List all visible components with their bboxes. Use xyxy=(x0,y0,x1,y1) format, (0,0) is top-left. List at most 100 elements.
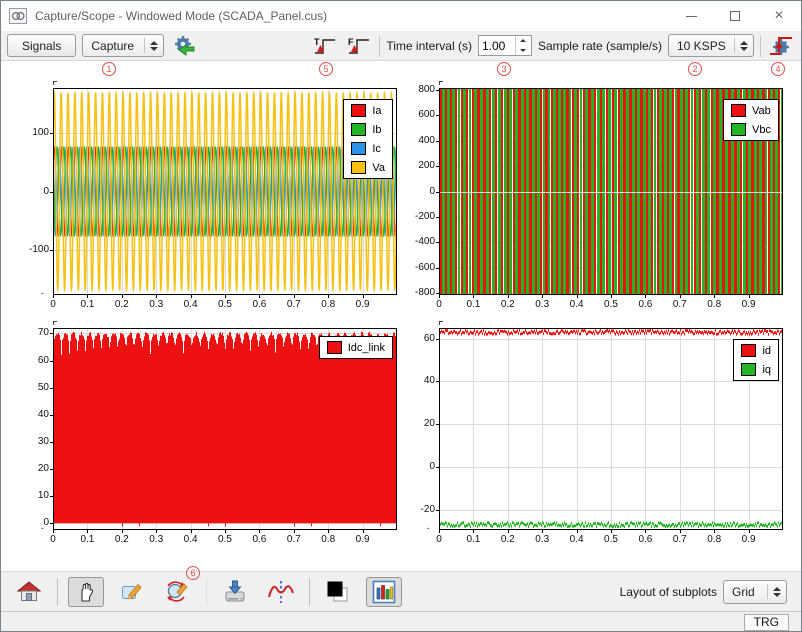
x-tick-mark xyxy=(577,530,578,533)
x-tick-mark xyxy=(680,295,681,298)
dq-currents-plot[interactable]: -20020406000.10.20.30.40.50.60.70.80.9ˇi… xyxy=(439,328,783,530)
time-interval-spinbox[interactable] xyxy=(478,35,532,56)
x-tick-mark xyxy=(259,530,260,533)
legend-label: Vab xyxy=(752,105,771,117)
phase-currents-and-voltage-legend[interactable]: IaIbIcVa xyxy=(343,99,393,179)
axis-top-marker xyxy=(53,321,57,325)
x-tick-label: 0.3 xyxy=(527,299,557,310)
y-tick-mark xyxy=(50,361,53,362)
spin-down-icon[interactable] xyxy=(516,46,531,56)
y-tick-mark xyxy=(436,293,439,294)
layout-value: Grid xyxy=(724,585,767,599)
x-tick-mark xyxy=(439,295,440,298)
axis-corner-marker[interactable]: ˇ xyxy=(41,292,44,301)
y-tick-mark xyxy=(50,192,53,193)
sample-rate-label: Sample rate (sample/s) xyxy=(538,39,662,53)
spinner-arrows-icon xyxy=(145,41,163,51)
y-tick-label: 600 xyxy=(391,109,435,120)
x-tick-mark xyxy=(87,530,88,533)
phase-currents-and-voltage-plot[interactable]: -100010000.10.20.30.40.50.60.70.80.9ˇIaI… xyxy=(53,88,397,295)
x-tick-mark xyxy=(122,530,123,533)
y-tick-mark xyxy=(50,333,53,334)
color-swatches-icon xyxy=(325,579,351,605)
minimize-icon xyxy=(686,16,697,17)
y-tick-mark xyxy=(436,192,439,193)
trigger-settings-button[interactable] xyxy=(767,33,795,59)
home-button[interactable] xyxy=(11,577,47,607)
gear-import-icon xyxy=(171,34,197,58)
trigger-f-icon: F xyxy=(346,35,372,57)
y-tick-mark xyxy=(50,469,53,470)
legend-swatch-icon xyxy=(731,104,746,117)
x-tick-mark xyxy=(714,295,715,298)
x-tick-mark xyxy=(577,295,578,298)
x-tick-mark xyxy=(328,530,329,533)
save-button[interactable] xyxy=(217,577,253,607)
trigger-falling-f-button[interactable]: F xyxy=(345,33,373,59)
edit-annotation-button[interactable] xyxy=(114,577,150,607)
x-tick-label: 0.1 xyxy=(458,299,488,310)
axis-corner-marker[interactable]: ˇ xyxy=(427,292,430,301)
x-tick-label: 0.9 xyxy=(734,534,764,545)
trigger-rising-t-button[interactable]: T xyxy=(311,33,339,59)
y-tick-mark xyxy=(436,217,439,218)
x-tick-mark xyxy=(328,295,329,298)
dq-currents-legend[interactable]: idiq xyxy=(733,339,779,381)
x-tick-mark xyxy=(294,295,295,298)
maximize-button[interactable] xyxy=(713,2,757,30)
time-interval-spin-buttons[interactable] xyxy=(515,36,531,55)
x-tick-label: 0.3 xyxy=(141,534,171,545)
legend-label: Ib xyxy=(372,124,381,136)
x-tick-label: 0.5 xyxy=(210,299,240,310)
dc-link-current-legend[interactable]: Idc_link xyxy=(319,336,393,359)
toolbar-separator xyxy=(57,578,58,606)
sample-rate-combo[interactable]: 10 KSPS xyxy=(668,34,754,57)
x-tick-label: 0.2 xyxy=(493,299,523,310)
line-voltages-legend[interactable]: VabVbc xyxy=(723,99,779,141)
layout-combo[interactable]: Grid xyxy=(723,580,787,604)
capture-settings-button[interactable] xyxy=(170,33,198,59)
toolbar-separator xyxy=(379,35,380,57)
axis-corner-marker[interactable]: ˇ xyxy=(427,527,430,536)
close-button[interactable]: × xyxy=(757,2,801,30)
x-tick-mark xyxy=(191,530,192,533)
chart-view-button[interactable] xyxy=(366,577,402,607)
zoom-edit-button[interactable] xyxy=(160,577,196,607)
spin-up-icon[interactable] xyxy=(516,36,531,46)
capture-mode-combo[interactable]: Capture xyxy=(82,34,164,57)
dc-link-current-plot[interactable]: 01020304050607000.10.20.30.40.50.60.70.8… xyxy=(53,328,397,530)
legend-swatch-icon xyxy=(351,123,366,136)
titlebar: Capture/Scope - Windowed Mode (SCADA_Pan… xyxy=(1,1,801,31)
y-tick-label: 70 xyxy=(5,327,49,338)
line-voltages-plot[interactable]: -800-600-400-200020040060080000.10.20.30… xyxy=(439,88,783,295)
x-tick-mark xyxy=(508,530,509,533)
toolbar-separator xyxy=(206,578,207,606)
x-tick-mark xyxy=(53,530,54,533)
x-tick-label: 0.6 xyxy=(244,299,274,310)
x-tick-label: 0.2 xyxy=(493,534,523,545)
y-tick-label: 800 xyxy=(391,84,435,95)
legend-item: iq xyxy=(741,363,771,376)
dq-currents-canvas[interactable] xyxy=(439,328,783,530)
axis-corner-marker[interactable]: ˇ xyxy=(41,527,44,536)
window-title: Capture/Scope - Windowed Mode (SCADA_Pan… xyxy=(35,9,669,23)
legend-label: Va xyxy=(372,162,385,174)
color-swatches-button[interactable] xyxy=(320,577,356,607)
x-tick-mark xyxy=(87,295,88,298)
axis-top-marker xyxy=(439,321,443,325)
signals-button[interactable]: Signals xyxy=(7,34,76,57)
x-tick-label: 0.7 xyxy=(665,534,695,545)
legend-item: Idc_link xyxy=(327,341,385,354)
time-interval-input[interactable] xyxy=(479,36,515,55)
close-icon: × xyxy=(774,7,783,25)
y-tick-mark xyxy=(50,523,53,524)
y-tick-mark xyxy=(436,381,439,382)
y-tick-mark xyxy=(50,415,53,416)
waveform-cursor-button[interactable] xyxy=(263,577,299,607)
minimize-button[interactable] xyxy=(669,2,713,30)
pan-button[interactable] xyxy=(68,577,104,607)
figure-area: -100010000.10.20.30.40.50.60.70.80.9ˇIaI… xyxy=(1,61,801,571)
x-tick-label: 0.1 xyxy=(458,534,488,545)
y-tick-mark xyxy=(436,339,439,340)
legend-swatch-icon xyxy=(351,142,366,155)
